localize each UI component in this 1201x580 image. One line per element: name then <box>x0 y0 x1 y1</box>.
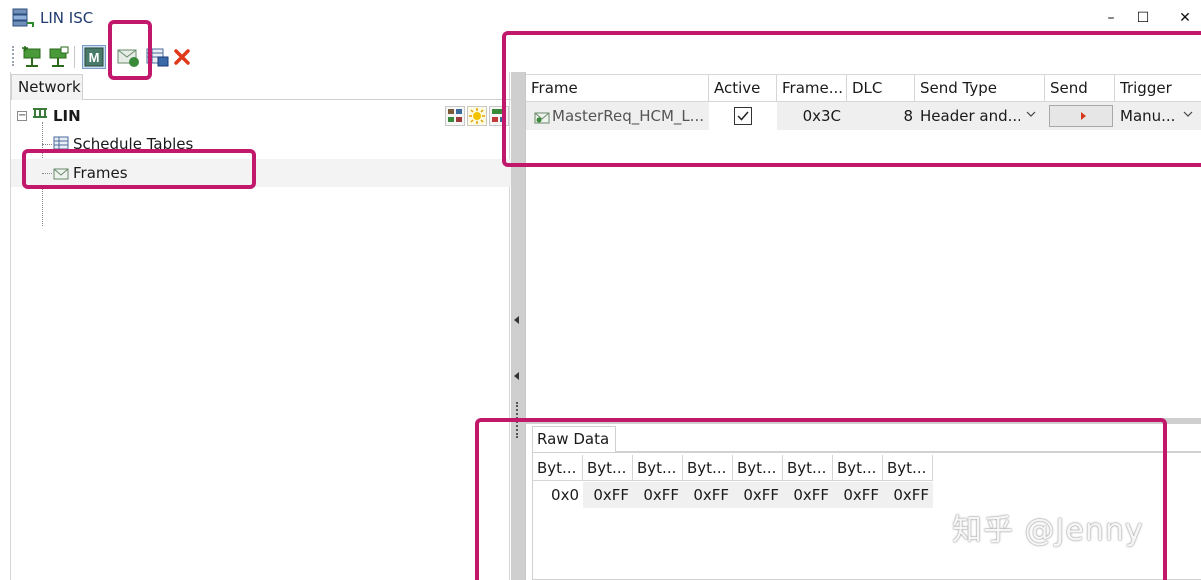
tree-item-lin[interactable]: − LIN <box>11 102 511 130</box>
toolbar: M <box>10 42 510 72</box>
app-network-icon <box>12 8 34 28</box>
tab-divider <box>83 99 511 100</box>
add-node-icon[interactable] <box>20 45 44 69</box>
maximize-button[interactable]: ☐ <box>1128 6 1158 30</box>
highlight-raw-data <box>475 418 1167 580</box>
window-title: LIN ISC <box>40 9 94 27</box>
svg-text:M: M <box>89 50 100 65</box>
highlight-frames-grid <box>502 31 1201 167</box>
watermark-text: 知乎 @Jenny <box>952 513 1144 548</box>
close-button[interactable]: ✕ <box>1170 6 1200 30</box>
collapse-icon[interactable]: − <box>17 111 27 121</box>
add-slave-icon[interactable] <box>46 45 70 69</box>
tree-connector <box>42 144 52 145</box>
network-config-icon[interactable] <box>445 106 465 126</box>
tree-item-label: LIN <box>53 107 81 125</box>
collapse-left-arrow-icon[interactable] <box>514 316 519 324</box>
lin-network-icon <box>31 107 49 127</box>
highlight-sun-icon[interactable] <box>467 106 487 126</box>
highlight-add-frame <box>108 20 152 80</box>
minimize-button[interactable]: – <box>1096 6 1126 30</box>
tab-network[interactable]: Network <box>11 74 83 100</box>
toolbar-separator <box>74 46 75 68</box>
toolbar-grip[interactable] <box>12 46 15 66</box>
highlight-frames-item <box>22 149 256 189</box>
master-mode-icon[interactable]: M <box>82 45 106 69</box>
delete-icon[interactable] <box>170 45 194 69</box>
collapse-left-arrow-icon[interactable] <box>514 372 519 380</box>
